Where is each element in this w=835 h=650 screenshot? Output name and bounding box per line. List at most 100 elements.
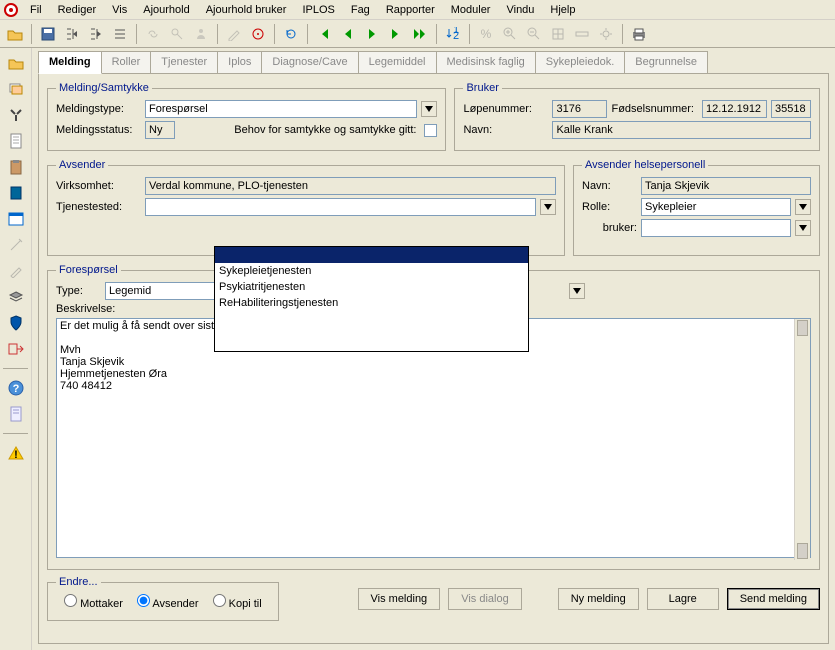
folder-open-icon[interactable] [5,52,27,74]
scrollbar[interactable] [794,319,810,560]
input-meldingstype[interactable] [145,100,417,118]
menu-ajourhold-bruker[interactable]: Ajourhold bruker [198,2,295,18]
first-icon[interactable] [313,23,335,45]
input-fodselsdato [702,100,767,118]
last-icon[interactable] [385,23,407,45]
open-folder-icon[interactable] [4,23,26,45]
input-hp-bruker[interactable] [641,219,791,237]
play-all-icon[interactable] [409,23,431,45]
tab-legemiddel[interactable]: Legemiddel [358,51,437,74]
person-icon[interactable] [190,23,212,45]
button-vis-melding[interactable]: Vis melding [358,588,441,610]
sidebar: ? ! [0,48,32,650]
sort-down-icon[interactable]: 12 [442,23,464,45]
dropdown-popup-tjenestested[interactable]: Sykepleietjenesten Psykiatritjenesten Re… [214,246,529,352]
menu-rapporter[interactable]: Rapporter [378,2,443,18]
next-icon[interactable] [361,23,383,45]
notes-icon[interactable] [5,403,27,425]
key-icon[interactable] [166,23,188,45]
radio-mottaker[interactable]: Mottaker [64,594,123,610]
cards-icon[interactable] [5,78,27,100]
ruler-icon[interactable] [571,23,593,45]
tab-melding[interactable]: Melding [38,51,102,74]
menu-vindu[interactable]: Vindu [498,2,542,18]
zoom-out-icon[interactable] [523,23,545,45]
menu-moduler[interactable]: Moduler [443,2,499,18]
dropdown-hp-rolle[interactable] [795,199,811,215]
clipboard-icon[interactable] [5,156,27,178]
tab-begrunnelse[interactable]: Begrunnelse [624,51,708,74]
gear-icon[interactable] [595,23,617,45]
tree-expand-icon[interactable] [61,23,83,45]
button-ny-melding[interactable]: Ny melding [558,588,639,610]
print-icon[interactable] [628,23,650,45]
tab-iplos[interactable]: Iplos [217,51,262,74]
book-icon[interactable] [5,182,27,204]
dropdown-option-blank[interactable] [215,247,528,263]
tab-sykepleie[interactable]: Sykepleiedok. [535,51,626,74]
tab-tjenester[interactable]: Tjenester [150,51,218,74]
label-meldingstype: Meldingstype: [56,103,141,115]
dropdown-fp-type[interactable] [569,283,585,299]
pencil-icon[interactable] [5,260,27,282]
document-icon[interactable] [5,130,27,152]
target-icon[interactable] [247,23,269,45]
menu-fag[interactable]: Fag [343,2,378,18]
tab-roller[interactable]: Roller [101,51,152,74]
tools-icon[interactable] [5,104,27,126]
menu-iplos[interactable]: IPLOS [294,2,342,18]
label-meldingsstatus: Meldingsstatus: [56,124,141,136]
label-samtykke: Behov for samtykke og samtykke gitt: [179,124,420,136]
input-personnr [771,100,811,118]
textarea-beskrivelse[interactable] [56,318,811,558]
tab-medisinsk[interactable]: Medisinsk faglig [436,51,536,74]
wand-icon[interactable] [5,234,27,256]
prev-icon[interactable] [337,23,359,45]
content-area: Melding Roller Tjenester Iplos Diagnose/… [32,48,835,650]
separator [436,24,437,44]
menu-fil[interactable]: Fil [22,2,50,18]
dropdown-option-rehab[interactable]: ReHabiliteringstjenesten [215,295,528,311]
fieldset-helsepersonell: Avsender helsepersonell Navn: Rolle: bru… [573,159,820,256]
button-lagre[interactable]: Lagre [647,588,719,610]
menu-vis[interactable]: Vis [104,2,135,18]
separator [469,24,470,44]
grid-icon[interactable] [547,23,569,45]
tab-panel: Melding/Samtykke Meldingstype: Meldingss… [38,73,829,644]
dropdown-option-sykepleie[interactable]: Sykepleietjenesten [215,263,528,279]
dropdown-tjenestested[interactable] [540,199,556,215]
checkbox-samtykke[interactable] [424,124,437,137]
input-hp-navn [641,177,811,195]
shield-icon[interactable] [5,312,27,334]
button-send-melding[interactable]: Send melding [727,588,820,610]
exit-icon[interactable] [5,338,27,360]
save-icon[interactable] [37,23,59,45]
warning-icon[interactable]: ! [5,442,27,464]
dropdown-option-psykiatri[interactable]: Psykiatritjenesten [215,279,528,295]
tab-diagnose[interactable]: Diagnose/Cave [261,51,358,74]
window-icon[interactable] [5,208,27,230]
button-vis-dialog: Vis dialog [448,588,522,610]
percent-icon[interactable]: % [475,23,497,45]
input-tjenestested[interactable] [145,198,536,216]
edit-icon[interactable] [223,23,245,45]
input-hp-rolle[interactable] [641,198,791,216]
list-icon[interactable] [109,23,131,45]
dropdown-meldingstype[interactable] [421,101,437,117]
label-bruker-navn: Navn: [463,124,548,136]
menu-ajourhold[interactable]: Ajourhold [135,2,197,18]
radio-avsender[interactable]: Avsender [137,594,199,610]
refresh-icon[interactable] [280,23,302,45]
zoom-in-icon[interactable] [499,23,521,45]
dropdown-hp-bruker[interactable] [795,220,811,236]
menu-rediger[interactable]: Rediger [50,2,105,18]
link-icon[interactable] [142,23,164,45]
separator [217,24,218,44]
tree-collapse-icon[interactable] [85,23,107,45]
layers-icon[interactable] [5,286,27,308]
menu-hjelp[interactable]: Hjelp [542,2,583,18]
menubar: Fil Rediger Vis Ajourhold Ajourhold bruk… [0,0,835,20]
radio-kopitil[interactable]: Kopi til [213,594,262,610]
help-icon[interactable]: ? [5,377,27,399]
label-hp-navn: Navn: [582,180,637,192]
